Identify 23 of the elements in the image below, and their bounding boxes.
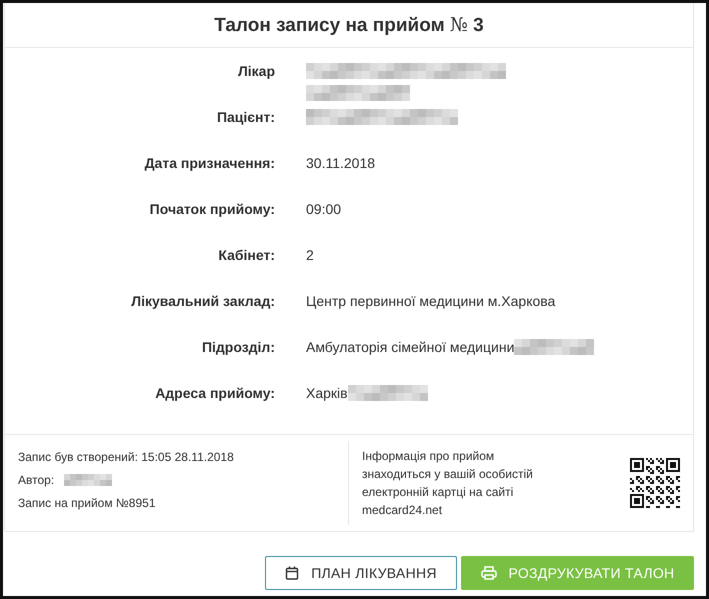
field-value: Амбулаторія сімейної медицини bbox=[306, 339, 514, 355]
field-label: Лікар bbox=[236, 62, 275, 81]
field-label: Підрозділ: bbox=[200, 338, 275, 357]
ticket-title: Талон запису на прийом № 3 bbox=[214, 14, 484, 36]
field-label: Лікувальний заклад: bbox=[130, 292, 275, 311]
printer-icon bbox=[480, 566, 497, 580]
calendar-icon bbox=[285, 566, 300, 580]
field-label: Дата призначення: bbox=[144, 154, 275, 173]
field-value: 30.11.2018 bbox=[306, 155, 376, 171]
field-label: Початок прийому: bbox=[148, 200, 275, 219]
field-label: Пацієнт: bbox=[216, 108, 275, 127]
created-text: Запис був створений: 15:05 28.11.2018 bbox=[18, 449, 235, 465]
author-label: Автор: bbox=[18, 472, 54, 488]
field-value: Харків bbox=[306, 385, 348, 401]
field-value: 2 bbox=[306, 247, 314, 263]
plan-button[interactable]: ПЛАН ЛІКУВАННЯ bbox=[265, 556, 457, 590]
record-number: Запис на прийом №8951 bbox=[18, 495, 156, 511]
field-label: Кабінет: bbox=[217, 246, 275, 265]
field-value: Центр первинної медицини м.Харкова bbox=[306, 293, 556, 309]
qr-code-icon bbox=[630, 458, 680, 508]
field-label: Адреса прийому: bbox=[154, 384, 275, 403]
info-text: Інформація про прийом знаходиться у вашій особистій електронній картці на сайті medcard24.net bbox=[362, 448, 534, 519]
field-value: 09:00 bbox=[306, 201, 342, 217]
